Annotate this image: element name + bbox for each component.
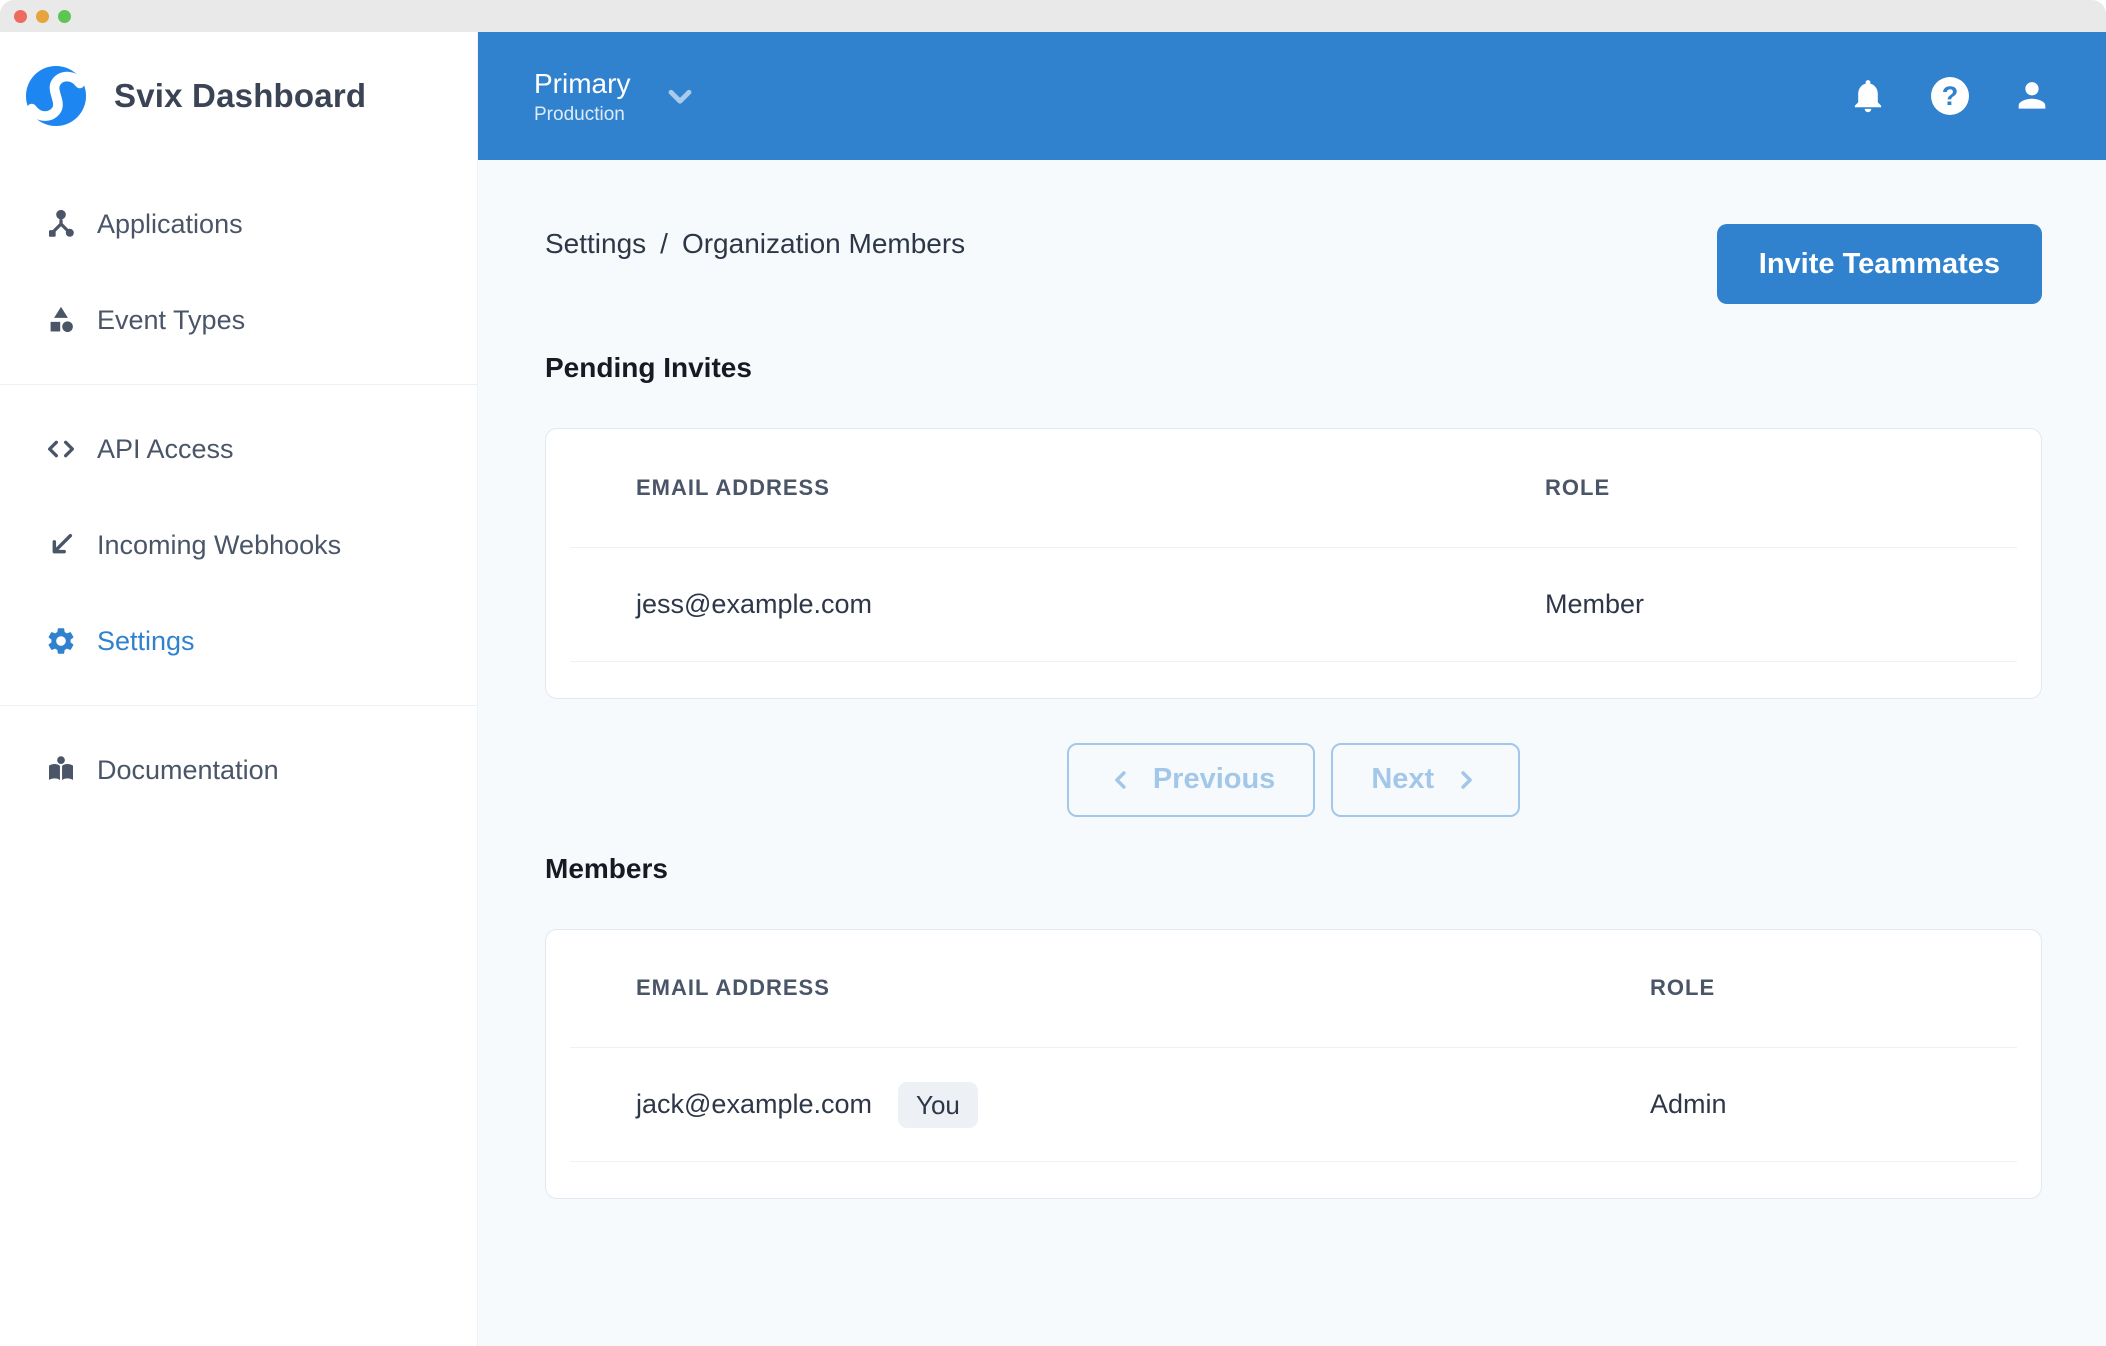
app-window: Svix Dashboard Applications [0, 0, 2106, 1346]
previous-page-button[interactable]: Previous [1067, 743, 1316, 817]
environment-switcher[interactable]: Primary Production [534, 65, 698, 128]
breadcrumb-separator: / [660, 224, 668, 264]
event-types-icon [45, 304, 77, 336]
titlebar [0, 0, 2106, 32]
help-button[interactable]: ? [1930, 76, 1970, 116]
topbar: Primary Production [478, 32, 2106, 160]
sidebar-item-settings[interactable]: Settings [0, 593, 477, 689]
sidebar-item-label: Event Types [97, 305, 245, 336]
sidebar-item-label: Applications [97, 209, 243, 240]
column-header-email: EMAIL ADDRESS [570, 429, 1479, 547]
sidebar-item-documentation[interactable]: Documentation [0, 722, 477, 818]
sidebar-item-label: API Access [97, 434, 234, 465]
sidebar-item-event-types[interactable]: Event Types [0, 272, 477, 368]
members-heading: Members [545, 851, 2042, 887]
invite-teammates-button[interactable]: Invite Teammates [1717, 224, 2042, 304]
svix-logo-icon [25, 65, 87, 127]
account-button[interactable] [2012, 76, 2052, 116]
sidebar-item-label: Incoming Webhooks [97, 530, 341, 561]
incoming-webhooks-icon [45, 529, 77, 561]
breadcrumb-settings[interactable]: Settings [545, 224, 646, 264]
settings-gear-icon [45, 625, 77, 657]
bell-icon [1849, 77, 1887, 115]
previous-label: Previous [1153, 763, 1276, 796]
next-page-button[interactable]: Next [1331, 743, 1520, 817]
chevron-right-icon [1452, 766, 1480, 794]
members-table: EMAIL ADDRESS ROLE jack@example.com You [570, 930, 2017, 1163]
traffic-light-close-button[interactable] [14, 10, 27, 23]
chevron-left-icon [1107, 766, 1135, 794]
column-header-email: EMAIL ADDRESS [570, 930, 1584, 1048]
pending-invites-table: EMAIL ADDRESS ROLE jess@example.com Memb… [570, 429, 2017, 662]
traffic-light-minimize-button[interactable] [36, 10, 49, 23]
table-row: jess@example.com Member [570, 547, 2017, 661]
sidebar-section-docs: Documentation [0, 705, 477, 834]
pending-invites-card: EMAIL ADDRESS ROLE jess@example.com Memb… [545, 428, 2042, 699]
sidebar-section-settings: API Access Incoming Webhooks [0, 384, 477, 705]
environment-name: Primary [534, 65, 630, 102]
column-header-role: ROLE [1479, 429, 2017, 547]
sidebar-item-label: Settings [97, 626, 195, 657]
brand: Svix Dashboard [0, 32, 477, 160]
members-card: EMAIL ADDRESS ROLE jack@example.com You [545, 929, 2042, 1200]
page-content: Settings / Organization Members Invite T… [478, 160, 2106, 1346]
member-email: jack@example.com [636, 1089, 872, 1120]
applications-icon [45, 208, 77, 240]
sidebar-section-main: Applications Event Types [0, 160, 477, 384]
sidebar-item-api-access[interactable]: API Access [0, 401, 477, 497]
help-icon: ? [1931, 77, 1969, 115]
api-access-icon [45, 433, 77, 465]
environment-mode: Production [534, 102, 630, 128]
breadcrumb-current: Organization Members [682, 224, 965, 264]
column-header-role: ROLE [1584, 930, 2017, 1048]
invite-email: jess@example.com [570, 547, 1479, 661]
user-icon [2013, 77, 2051, 115]
invite-role: Member [1479, 547, 2017, 661]
next-label: Next [1371, 763, 1434, 796]
sidebar-item-label: Documentation [97, 755, 279, 786]
pending-invites-heading: Pending Invites [545, 350, 2042, 386]
you-badge: You [898, 1082, 978, 1128]
pagination: Previous Next [545, 743, 2042, 817]
notifications-button[interactable] [1848, 76, 1888, 116]
sidebar: Svix Dashboard Applications [0, 32, 478, 1346]
table-row: jack@example.com You Admin [570, 1048, 2017, 1162]
documentation-icon [45, 754, 77, 786]
traffic-light-zoom-button[interactable] [58, 10, 71, 23]
app-title: Svix Dashboard [114, 77, 366, 115]
sidebar-item-applications[interactable]: Applications [0, 176, 477, 272]
chevron-down-icon [662, 78, 698, 114]
member-role: Admin [1584, 1048, 2017, 1162]
sidebar-item-incoming-webhooks[interactable]: Incoming Webhooks [0, 497, 477, 593]
breadcrumb: Settings / Organization Members [545, 224, 965, 264]
